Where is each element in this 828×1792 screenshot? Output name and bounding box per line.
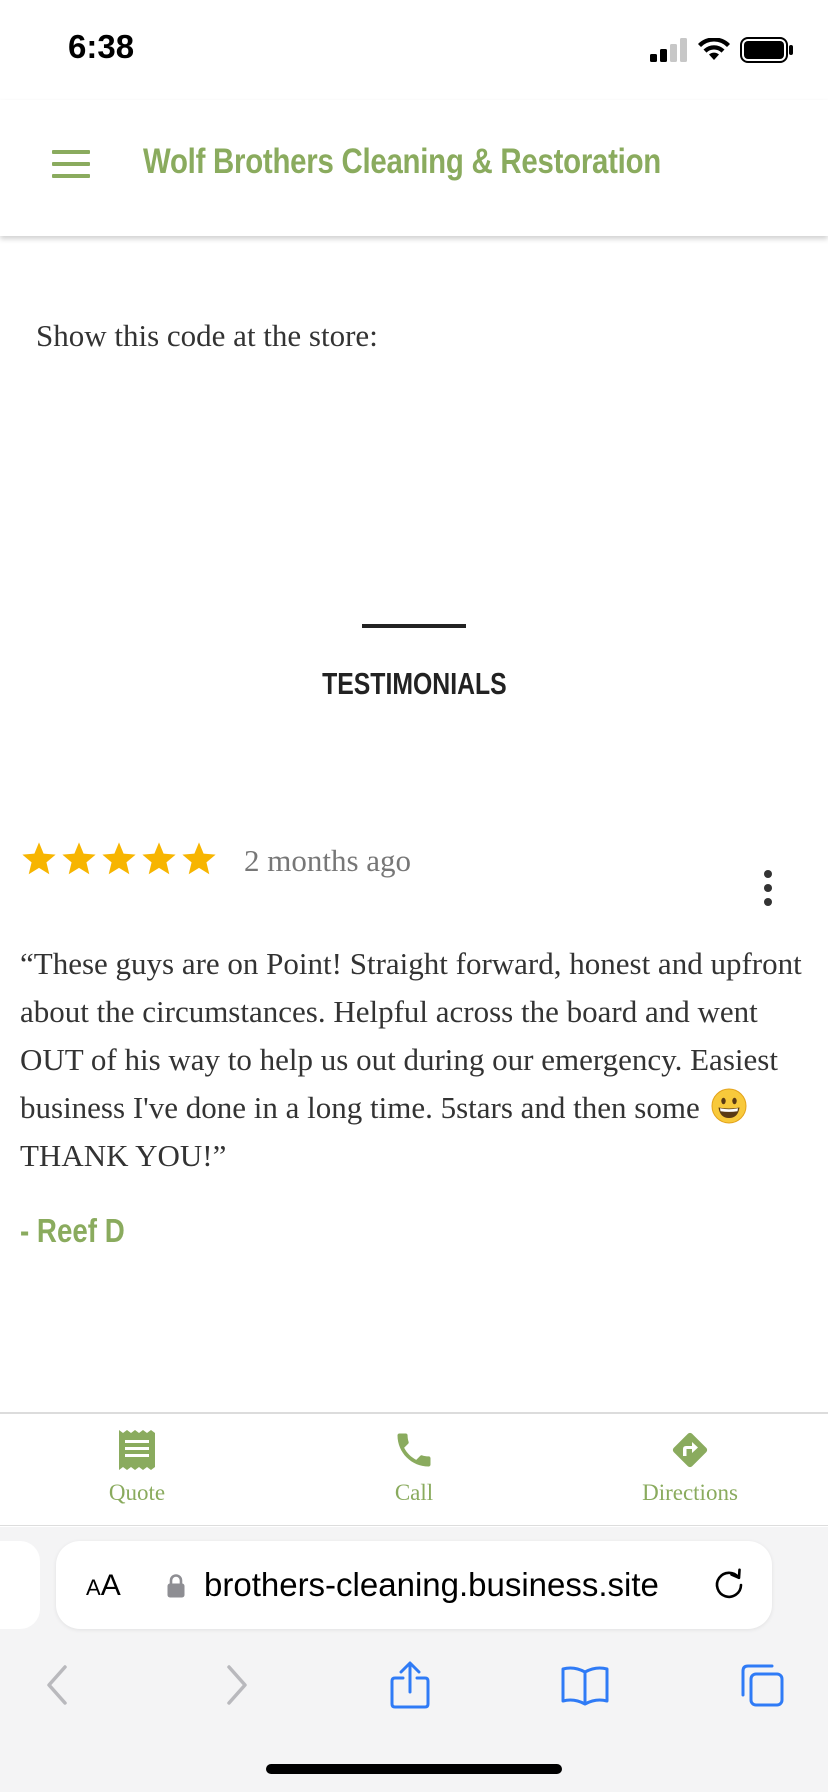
bookmarks-button[interactable] bbox=[555, 1655, 615, 1715]
quote-receipt-icon bbox=[119, 1430, 155, 1470]
star-icon bbox=[142, 842, 176, 875]
site-header: Wolf Brothers Cleaning & Restoration bbox=[0, 100, 828, 236]
star-icon bbox=[62, 842, 96, 875]
directions-icon bbox=[672, 1432, 708, 1468]
review-date: 2 months ago bbox=[244, 843, 412, 878]
star-rating bbox=[20, 840, 218, 878]
back-button[interactable] bbox=[28, 1655, 88, 1715]
call-label: Call bbox=[394, 1480, 434, 1505]
directions-button[interactable]: Directions bbox=[590, 1428, 790, 1506]
testimonials-heading: TESTIMONIALS bbox=[0, 666, 828, 702]
reader-aa-button[interactable]: AA bbox=[86, 1569, 121, 1603]
share-icon bbox=[390, 1661, 430, 1709]
forward-button[interactable] bbox=[206, 1655, 266, 1715]
grinning-face-emoji-icon bbox=[711, 1088, 747, 1124]
lock-icon bbox=[167, 1574, 185, 1598]
phone-icon bbox=[397, 1433, 431, 1467]
action-bar: Quote Call Directions bbox=[0, 1412, 828, 1526]
star-icon bbox=[182, 842, 216, 875]
safari-bottom-bar: AA brothers-cleaning.business.site bbox=[0, 1527, 828, 1792]
previous-tab-peek[interactable] bbox=[0, 1541, 40, 1629]
book-icon bbox=[561, 1666, 609, 1706]
review-text: “These guys are on Point! Straight forwa… bbox=[20, 940, 820, 1180]
tabs-icon bbox=[741, 1664, 784, 1707]
review-text-part2: THANK YOU!” bbox=[20, 1138, 227, 1173]
quote-label: Quote bbox=[108, 1480, 166, 1505]
address-bar[interactable]: AA brothers-cleaning.business.site bbox=[56, 1541, 772, 1629]
offer-code-text: Show this code at the store: bbox=[36, 318, 378, 353]
status-icons bbox=[650, 36, 794, 64]
testimonials-heading-text: TESTIMONIALS bbox=[321, 666, 507, 701]
hamburger-menu-icon[interactable] bbox=[52, 150, 90, 178]
status-time: 6:38 bbox=[68, 28, 135, 65]
star-icon bbox=[102, 842, 136, 875]
star-icon bbox=[22, 842, 56, 875]
chevron-left-icon bbox=[47, 1665, 67, 1705]
url-text[interactable]: brothers-cleaning.business.site bbox=[204, 1566, 659, 1604]
battery-icon bbox=[740, 37, 793, 63]
call-button[interactable]: Call bbox=[314, 1428, 514, 1506]
reviewer-name: - Reef D bbox=[20, 1212, 125, 1249]
site-title[interactable]: Wolf Brothers Cleaning & Restoration bbox=[143, 142, 661, 182]
chevron-right-icon bbox=[227, 1665, 247, 1705]
more-options-icon[interactable] bbox=[756, 868, 780, 908]
share-button[interactable] bbox=[380, 1655, 440, 1715]
tabs-button[interactable] bbox=[732, 1655, 792, 1715]
section-divider bbox=[362, 624, 466, 628]
review-text-part1: “These guys are on Point! Straight forwa… bbox=[20, 946, 802, 1125]
home-indicator bbox=[266, 1764, 562, 1774]
cellular-signal-icon bbox=[650, 38, 687, 62]
safari-toolbar bbox=[0, 1655, 828, 1715]
status-bar: 6:38 bbox=[0, 0, 828, 100]
wifi-icon bbox=[698, 38, 730, 60]
reload-icon[interactable] bbox=[710, 1565, 748, 1603]
directions-label: Directions bbox=[642, 1480, 738, 1505]
quote-button[interactable]: Quote bbox=[37, 1428, 237, 1506]
